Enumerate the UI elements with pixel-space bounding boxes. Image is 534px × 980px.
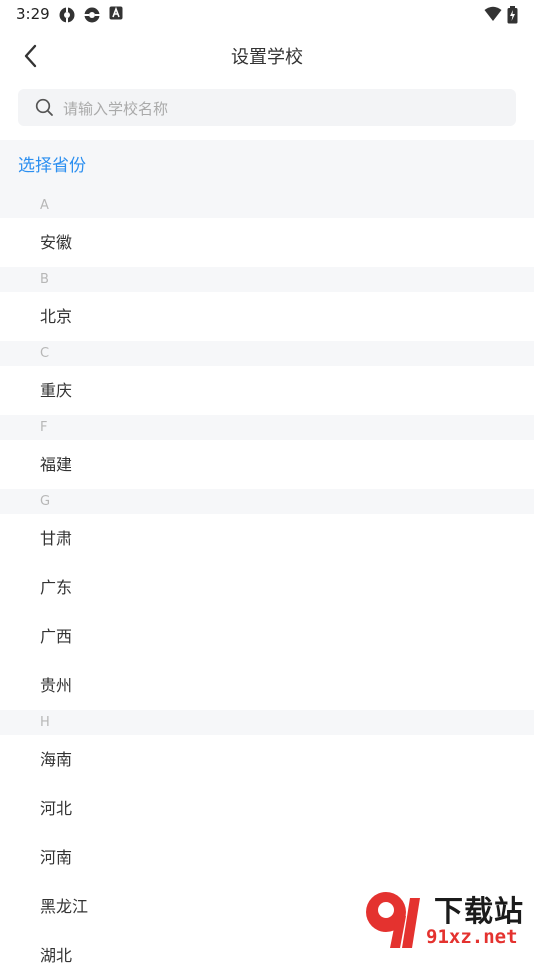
status-bar: 3:29 (0, 0, 534, 28)
battery-icon (507, 6, 518, 24)
watermark: 下载站 91xz.net (360, 888, 534, 950)
province-item[interactable]: 海南 (0, 735, 534, 784)
province-item[interactable]: 广西 (0, 612, 534, 661)
letter-header-a: A (0, 193, 534, 218)
watermark-url: 91xz.net (426, 926, 518, 948)
app-notification-icon (59, 7, 75, 23)
text-notification-icon (109, 6, 123, 20)
watermark-logo (366, 892, 420, 948)
province-list: 选择省份 A 安徽 B 北京 C 重庆 F 福建 G 甘肃 广东 广西 贵州 H 海南 河北 河南 黑龙江 湖北 (0, 140, 534, 980)
section-title: 选择省份 (0, 140, 534, 193)
province-item[interactable]: 重庆 (0, 366, 534, 415)
app-notification-icon (84, 7, 100, 23)
app-header: 设置学校 (0, 28, 534, 84)
letter-header-f: F (0, 415, 534, 440)
province-item[interactable]: 贵州 (0, 661, 534, 710)
letter-header-c: C (0, 341, 534, 366)
province-item[interactable]: 广东 (0, 563, 534, 612)
page-title: 设置学校 (231, 47, 303, 68)
province-item[interactable]: 河北 (0, 784, 534, 833)
letter-header-b: B (0, 267, 534, 292)
province-item[interactable]: 安徽 (0, 218, 534, 267)
letter-header-g: G (0, 489, 534, 514)
wifi-icon (484, 6, 502, 21)
search-bar[interactable] (18, 89, 516, 128)
search-icon (35, 98, 53, 116)
watermark-title: 下载站 (434, 894, 525, 928)
letter-header-h: H (0, 710, 534, 735)
province-item[interactable]: 甘肃 (0, 514, 534, 563)
province-item[interactable]: 福建 (0, 440, 534, 489)
province-item[interactable]: 北京 (0, 292, 534, 341)
search-input[interactable] (61, 89, 505, 128)
province-item[interactable]: 河南 (0, 833, 534, 882)
status-time: 3:29 (16, 5, 50, 23)
